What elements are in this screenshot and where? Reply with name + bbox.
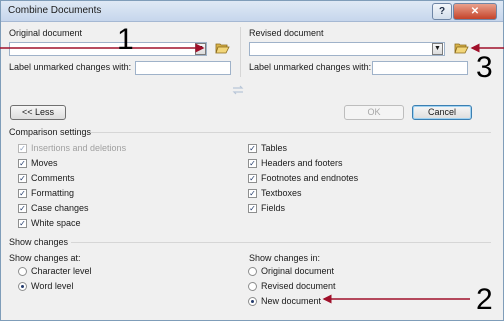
annotation-overlay [0, 43, 504, 304]
annotation-step-2: 2 [476, 283, 493, 316]
annotation-step-3: 3 [476, 51, 493, 84]
annotation-step-1: 1 [117, 23, 134, 56]
